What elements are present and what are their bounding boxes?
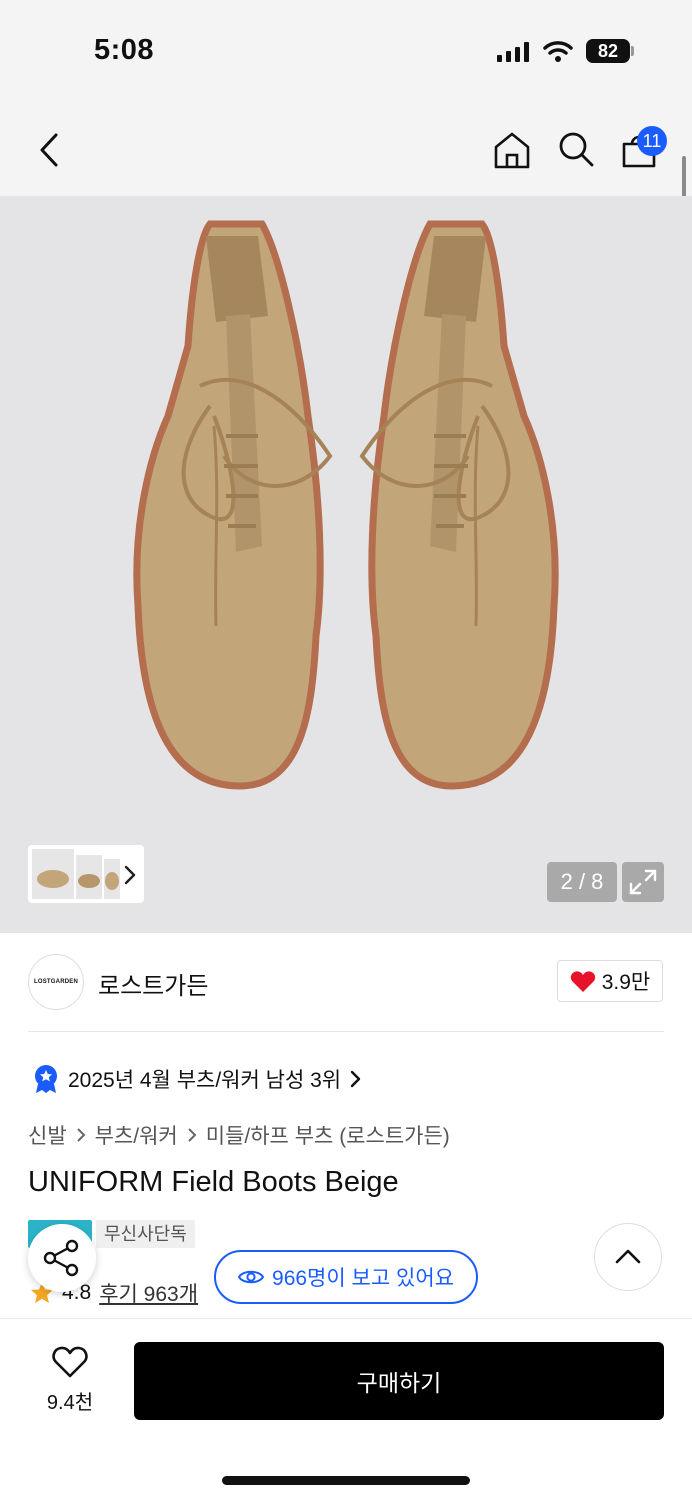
expand-icon [629,869,657,895]
brand-logo[interactable]: LOSTGARDEN [28,954,84,1010]
home-indicator [222,1476,470,1485]
brand-like-button[interactable]: 3.9만 [557,960,663,1002]
ranking-badge-icon [35,1065,57,1093]
breadcrumb-item[interactable]: 미들/하프 부츠 (로스트가든) [206,1120,450,1150]
battery-level: 82 [586,39,630,63]
wishlist-heart-icon[interactable] [52,1346,88,1378]
breadcrumb: 신발 부츠/워커 미들/하프 부츠 (로스트가든) [28,1120,450,1150]
chevron-up-icon [615,1249,641,1264]
brand-name[interactable]: 로스트가든 [98,966,208,1001]
share-icon [43,1239,79,1277]
viewers-badge: 966명이 보고 있어요 [214,1250,478,1304]
breadcrumb-chevron-icon [188,1128,197,1142]
ranking-link[interactable]: 2025년 4월 부츠/워커 남성 3위 [32,1064,363,1094]
viewers-text: 966명이 보고 있어요 [272,1267,454,1290]
divider [28,1031,664,1032]
chevron-right-icon [350,1070,361,1088]
wifi-icon [543,41,573,62]
signal-icon [497,42,529,62]
product-image[interactable] [0,196,692,933]
heart-filled-icon [570,970,595,992]
scroll-top-button[interactable] [594,1223,662,1291]
wishlist-count: 9.4천 [46,1392,94,1414]
home-icon[interactable] [492,130,532,170]
boots-illustration [133,220,559,790]
review-count-link[interactable]: 후기 963개 [99,1278,198,1308]
breadcrumb-chevron-icon [76,1128,86,1142]
breadcrumb-item[interactable]: 부츠/워커 [95,1120,178,1150]
buy-button[interactable]: 구매하기 [134,1342,664,1420]
status-time: 5:08 [94,34,155,66]
search-icon[interactable] [557,130,595,168]
battery-tip [631,46,634,56]
product-title: UNIFORM Field Boots Beige [28,1166,399,1198]
exclusive-tag: 무신사단독 [96,1220,195,1248]
ranking-text: 2025년 4월 부츠/워커 남성 3위 [68,1069,342,1092]
share-button[interactable] [28,1224,96,1292]
breadcrumb-item[interactable]: 신발 [28,1120,67,1150]
brand-like-count: 3.9만 [601,971,651,994]
eye-icon [238,1270,265,1284]
image-counter: 2 / 8 [547,862,617,902]
thumbnail-next-icon[interactable] [122,864,138,886]
back-icon[interactable] [36,132,62,168]
expand-button[interactable] [622,862,664,902]
cart-count-badge: 11 [637,126,667,156]
bottom-bar-divider [0,1318,692,1319]
